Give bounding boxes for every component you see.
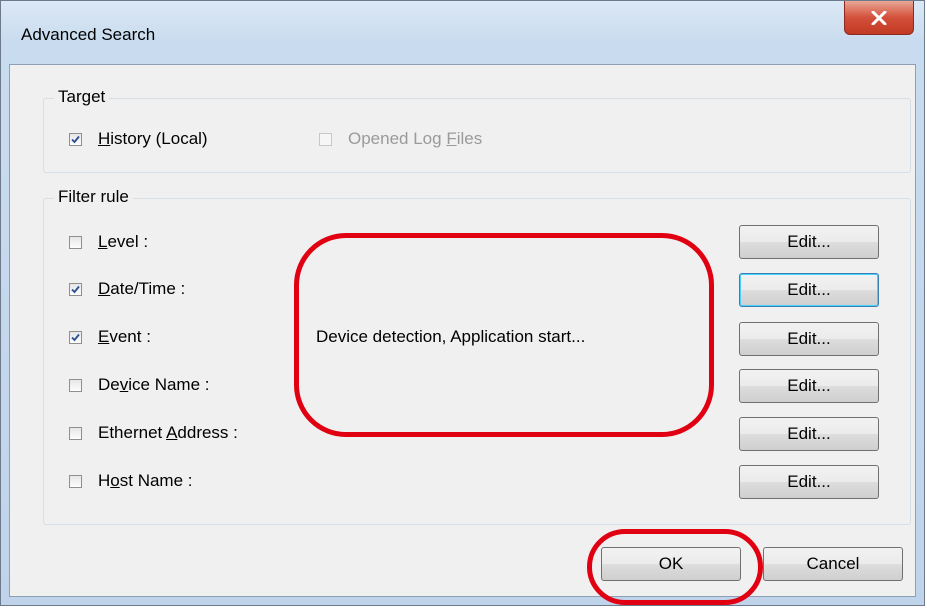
device-name-label: Device Name : — [98, 375, 210, 394]
host-name-checkbox[interactable] — [69, 474, 82, 488]
ethernet-address-label: Ethernet Address : — [98, 423, 238, 442]
edit-device-name-button[interactable]: Edit... — [739, 369, 879, 403]
datetime-label: Date/Time : — [98, 279, 186, 298]
edit-datetime-button[interactable]: Edit... — [739, 273, 879, 307]
opened-log-files-checkbox[interactable] — [319, 132, 332, 146]
host-name-option[interactable]: Host Name : — [69, 469, 193, 493]
level-label: Level : — [98, 232, 149, 251]
edit-ethernet-address-button[interactable]: Edit... — [739, 417, 879, 451]
event-label: Event : — [98, 327, 151, 346]
level-checkbox[interactable] — [69, 235, 82, 249]
opened-log-files-label: Opened Log Files — [348, 129, 483, 148]
checkmark-icon — [71, 285, 80, 293]
edit-host-name-button[interactable]: Edit... — [739, 465, 879, 499]
history-local-label: History (Local) — [98, 129, 208, 148]
host-name-label: Host Name : — [98, 471, 193, 490]
event-filter-value: Device detection, Application start... — [316, 327, 586, 346]
datetime-checkbox[interactable] — [69, 282, 82, 296]
opened-log-files-option[interactable]: Opened Log Files — [319, 127, 482, 151]
device-name-option[interactable]: Device Name : — [69, 373, 209, 397]
device-name-checkbox[interactable] — [69, 378, 82, 392]
cancel-button[interactable]: Cancel — [763, 547, 903, 581]
dialog-title: Advanced Search — [21, 25, 156, 44]
close-button[interactable] — [844, 1, 914, 35]
title-bar[interactable]: Advanced Search — [1, 1, 924, 65]
ethernet-address-checkbox[interactable] — [69, 426, 82, 440]
ok-button[interactable]: OK — [601, 547, 741, 581]
edit-event-button[interactable]: Edit... — [739, 322, 879, 356]
filter-rule-legend: Filter rule — [54, 187, 133, 207]
checkmark-icon — [71, 333, 80, 341]
dialog-window: Advanced Search Target History (Local) O… — [0, 0, 925, 606]
edit-level-button[interactable]: Edit... — [739, 225, 879, 259]
dialog-body: Target History (Local) Opened Log Files … — [9, 64, 916, 597]
event-option[interactable]: Event : — [69, 325, 151, 349]
history-local-option[interactable]: History (Local) — [69, 127, 208, 151]
ethernet-address-option[interactable]: Ethernet Address : — [69, 421, 238, 445]
level-option[interactable]: Level : — [69, 230, 148, 254]
checkmark-icon — [71, 135, 80, 143]
history-local-checkbox[interactable] — [69, 132, 82, 146]
close-icon — [871, 10, 887, 25]
datetime-option[interactable]: Date/Time : — [69, 277, 185, 301]
target-legend: Target — [54, 87, 110, 107]
event-checkbox[interactable] — [69, 330, 82, 344]
